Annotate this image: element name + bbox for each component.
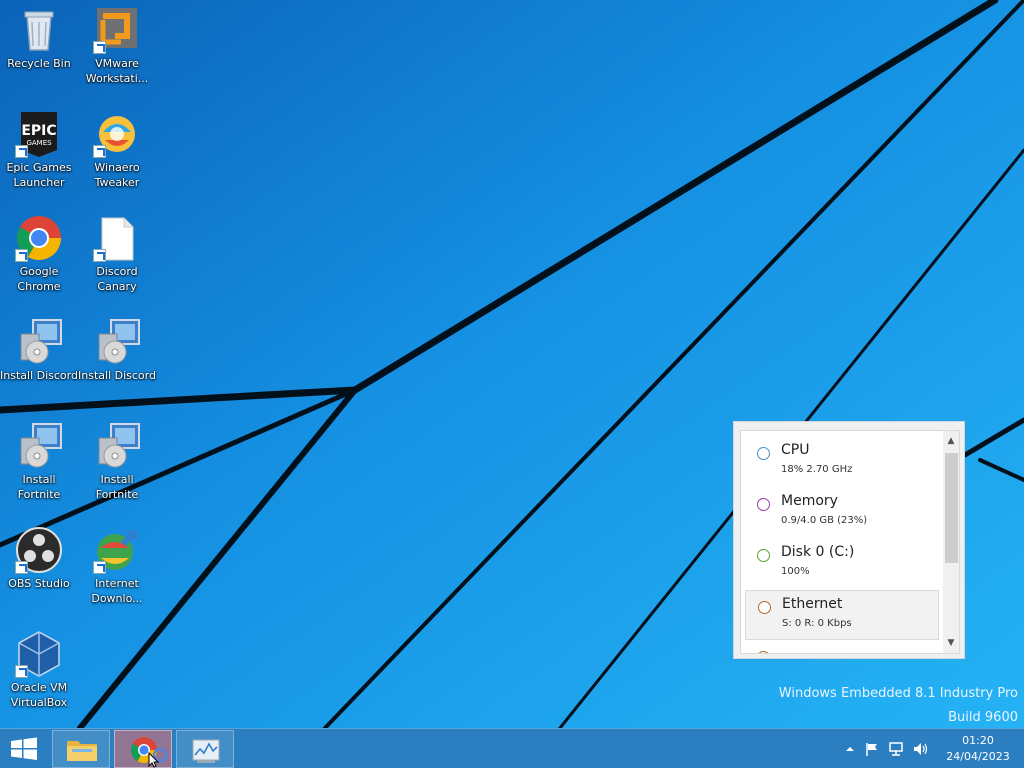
scroll-down-icon[interactable]: ▼ [946,637,956,649]
desktop-icon-internet-download-manager[interactable]: Internet Downlo... [78,526,156,606]
obs-icon [15,526,63,574]
shortcut-arrow-icon [15,561,28,574]
perf-item-partial [745,645,939,653]
taskbar-file-explorer-button[interactable] [52,730,110,768]
desktop-icon-recycle-bin[interactable]: Recycle Bin [0,6,78,71]
perf-item-memory[interactable]: Memory 0.9/4.0 GB (23%) [745,488,939,538]
clock-date: 24/04/2023 [946,750,1010,763]
desktop-icon-install-fortnite-1[interactable]: Install Fortnite [0,422,78,502]
desktop-icon-install-fortnite-2[interactable]: Install Fortnite [78,422,156,502]
recycle-bin-icon [15,6,63,54]
desktop-icon-winaero[interactable]: Winaero Tweaker [78,110,156,190]
scrollbar-thumb[interactable] [945,453,958,563]
desktop-icon-label: Epic Games Launcher [6,161,72,189]
task-manager-icon [192,739,220,763]
performance-panel: CPU 18% 2.70 GHz Memory 0.9/4.0 GB (23%)… [733,421,965,659]
svg-text:GAMES: GAMES [26,139,52,147]
windows-edition-watermark: Windows Embedded 8.1 Industry Pro [778,686,1018,701]
perf-item-cpu[interactable]: CPU 18% 2.70 GHz [745,437,939,487]
scroll-up-icon[interactable]: ▲ [946,435,956,447]
svg-text:EPIC: EPIC [21,123,56,139]
shortcut-arrow-icon [93,249,106,262]
mouse-cursor-icon [148,752,160,768]
file-icon [93,214,141,262]
installer-icon [15,318,63,366]
perf-item-value: S: 0 R: 0 Kbps [782,618,852,629]
performance-scrollbar[interactable]: ▲ ▼ [943,431,959,653]
desktop-icon-label: Oracle VM VirtualBox [10,681,68,709]
chevron-up-icon[interactable] [842,741,858,757]
desktop-icon-vmware[interactable]: VMware Workstati... [78,6,156,86]
desktop-icon-label: Install Discord [0,369,78,382]
chrome-icon [15,214,63,262]
perf-item-value: 100% [781,566,810,577]
desktop-icon-label: Discord Canary [96,265,138,293]
cpu-indicator-icon [757,447,770,460]
network-icon[interactable] [888,741,904,757]
shortcut-arrow-icon [93,145,106,158]
desktop-icon-epic-games[interactable]: EPIC GAMES Epic Games Launcher [0,110,78,190]
desktop-icon-discord-canary[interactable]: Discord Canary [78,214,156,294]
shortcut-arrow-icon [15,249,28,262]
desktop-icon-label: Winaero Tweaker [94,161,140,189]
desktop-icon-label: Install Discord [78,369,156,382]
installer-icon [93,318,141,366]
chrome-icon [131,737,167,764]
windows-build-watermark: Build 9600 [948,710,1018,725]
desktop-icon-label: Install Fortnite [95,473,139,501]
winaero-icon [93,110,141,158]
desktop-icon-label: Recycle Bin [7,57,71,70]
epic-games-icon: EPIC GAMES [15,110,63,158]
taskbar-task-manager-button[interactable] [176,730,234,768]
installer-icon [15,422,63,470]
perf-item-name: Ethernet [782,596,843,612]
desktop-icon-install-discord-1[interactable]: Install Discord [0,318,78,383]
perf-item-name: Memory [781,493,838,509]
perf-item-ethernet[interactable]: Ethernet S: 0 R: 0 Kbps [745,590,939,640]
start-button[interactable] [0,729,48,768]
shortcut-arrow-icon [15,665,28,678]
desktop-icon-oracle-virtualbox[interactable]: Oracle VM VirtualBox [0,630,78,710]
disk-indicator-icon [757,549,770,562]
perf-item-value: 0.9/4.0 GB (23%) [781,515,868,526]
shortcut-arrow-icon [15,145,28,158]
ethernet-indicator-icon [758,601,771,614]
performance-list: CPU 18% 2.70 GHz Memory 0.9/4.0 GB (23%)… [740,430,960,654]
perf-item-value: 18% 2.70 GHz [781,464,853,475]
perf-item-name: Disk 0 (C:) [781,544,855,560]
windows-logo-icon [11,737,37,760]
desktop-icon-label: Install Fortnite [17,473,61,501]
flag-icon[interactable] [864,741,880,757]
taskbar-clock[interactable]: 01:20 24/04/2023 [938,733,1018,765]
desktop-icon-label: Google Chrome [17,265,61,293]
vmware-icon [93,6,141,54]
memory-indicator-icon [757,498,770,511]
shortcut-arrow-icon [93,561,106,574]
desktop-icon-label: OBS Studio [8,577,70,590]
idm-icon [93,526,141,574]
perf-item-name: CPU [781,442,810,458]
shortcut-arrow-icon [93,41,106,54]
desktop-icon-obs-studio[interactable]: OBS Studio [0,526,78,591]
desktop-icon-google-chrome[interactable]: Google Chrome [0,214,78,294]
desktop-icon-install-discord-2[interactable]: Install Discord [78,318,156,383]
partial-indicator-icon [757,651,770,653]
installer-icon [93,422,141,470]
clock-time: 01:20 [962,734,994,747]
virtualbox-icon [15,630,63,678]
perf-item-disk[interactable]: Disk 0 (C:) 100% [745,539,939,589]
taskbar-chrome-button[interactable] [114,730,172,768]
folder-icon [67,741,97,761]
speaker-icon[interactable] [912,741,928,757]
desktop-icon-label: VMware Workstati... [85,57,149,85]
desktop-icon-label: Internet Downlo... [91,577,143,605]
